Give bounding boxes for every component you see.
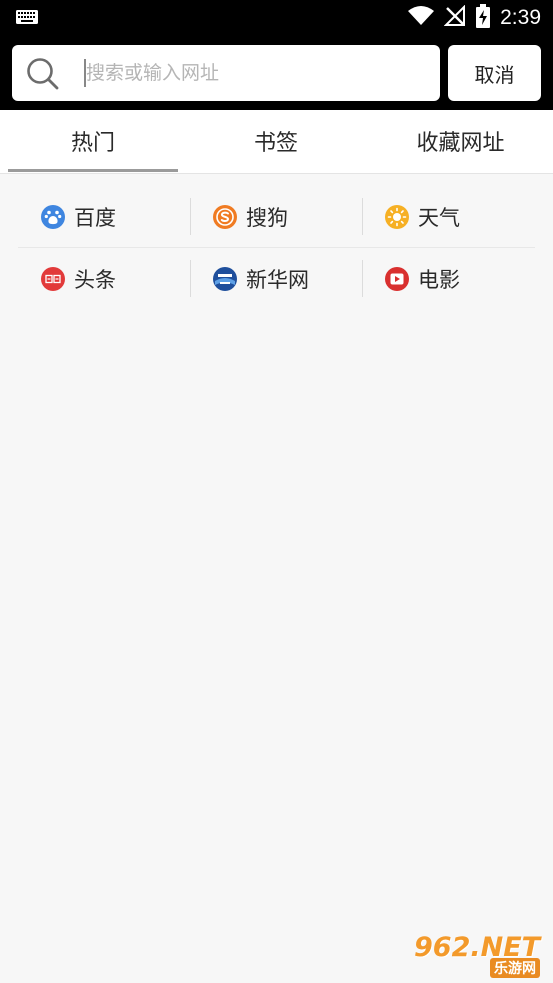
shortcut-sogou[interactable]: 搜狗 [212,186,384,247]
sogou-s-icon [212,204,238,230]
baidu-paw-icon [40,204,66,230]
watermark-logo: 962.NET 乐游网 [414,932,546,978]
clock: 2:39 [500,6,541,29]
search-input[interactable] [86,55,426,91]
shortcut-xinhua[interactable]: 新华网 [212,248,384,309]
shortcut-label: 搜狗 [246,205,288,230]
tab-bookmarks[interactable]: 书签 [184,110,368,172]
search-box[interactable] [12,45,440,101]
search-icon [26,57,60,95]
tab-bar: 热门 书签 收藏网址 [0,110,553,174]
toutiao-news-icon [40,266,66,292]
shortcut-label: 电影 [418,267,460,292]
shortcut-label: 新华网 [246,267,309,292]
tab-hot[interactable]: 热门 [8,110,178,172]
cancel-button[interactable]: 取消 [448,45,541,101]
shortcut-toutiao[interactable]: 头条 [40,248,212,309]
shortcut-row: 百度 搜狗 天气 [18,186,535,248]
shortcut-label: 天气 [418,205,460,230]
shortcut-label: 头条 [74,267,116,292]
battery-charging-icon [476,4,491,32]
shortcut-label: 百度 [74,205,116,230]
xinhua-icon [212,266,238,292]
active-tab-indicator [8,169,178,172]
keyboard-icon [16,9,38,28]
wifi-icon [408,6,435,30]
tab-saved-urls[interactable]: 收藏网址 [368,110,553,172]
no-signal-icon [443,4,466,31]
divider [190,198,191,235]
status-bar: 2:39 [0,0,553,36]
divider [362,198,363,235]
shortcut-movies[interactable]: 电影 [384,248,553,309]
search-toolbar: 取消 [0,36,553,110]
divider [362,260,363,297]
watermark-site: 乐游网 [490,958,540,978]
hot-sites-grid: 百度 搜狗 天气 头条 新华网 电影 [18,186,535,309]
play-icon [384,266,410,292]
divider [190,260,191,297]
shortcut-row: 头条 新华网 电影 [18,248,535,309]
sun-icon [384,204,410,230]
shortcut-baidu[interactable]: 百度 [40,186,212,247]
shortcut-weather[interactable]: 天气 [384,186,553,247]
